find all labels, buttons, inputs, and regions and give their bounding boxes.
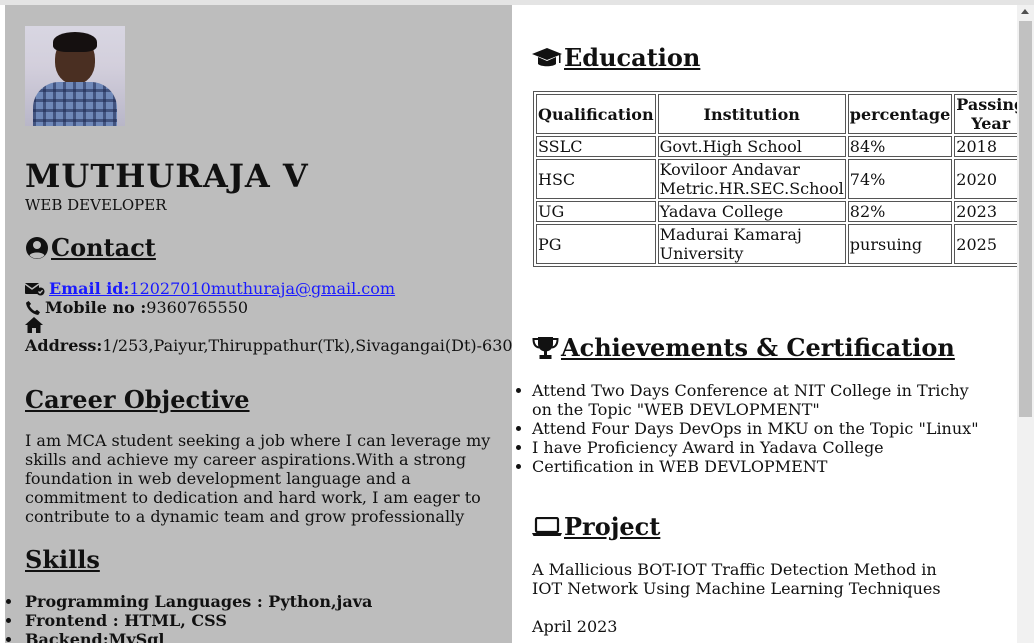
achievement-item: I have Proficiency Award in Yadava Colle…: [516, 438, 992, 457]
table-cell: UG: [536, 201, 656, 222]
laptop-icon: [532, 516, 562, 536]
career-text: I am MCA student seeking a job where I c…: [25, 431, 491, 526]
achievements-heading: Achievements & Certification: [532, 333, 955, 362]
table-cell: 74%: [847, 159, 953, 199]
table-cell: 2018: [954, 136, 1017, 157]
column-header: Qualification: [536, 94, 656, 134]
table-cell: SSLC: [536, 136, 656, 157]
table-row: HSC Koviloor Andavar Metric.HR.SEC.Schoo…: [536, 159, 1017, 199]
table-cell: pursuing: [847, 224, 953, 264]
contact-heading-text: Contact: [51, 233, 156, 262]
skills-heading: Skills: [25, 545, 100, 574]
table-cell: PG: [536, 224, 656, 264]
vertical-scrollbar[interactable]: [1017, 5, 1034, 643]
table-cell: Madurai Kamaraj University: [657, 224, 846, 264]
address-line: Address: 1/253,Paiyur,Thiruppathur(Tk),Si…: [25, 336, 512, 355]
address-label: Address:: [25, 336, 103, 355]
table-row: SSLC Govt.High School 84% 2018: [536, 136, 1017, 157]
email-value: 12027010muthuraja@gmail.com: [129, 279, 396, 298]
graduation-cap-icon: [532, 47, 562, 66]
achievements-list: Attend Two Days Conference at NIT Colleg…: [516, 381, 992, 476]
table-row: UG Yadava College 82% 2023: [536, 201, 1017, 222]
table-cell: 2025: [954, 224, 1017, 264]
profile-name: MUTHURAJA V: [25, 157, 309, 195]
mobile-label: Mobile no :: [45, 298, 147, 317]
education-heading-text: Education: [564, 43, 701, 72]
table-cell: Koviloor Andavar Metric.HR.SEC.School: [657, 159, 846, 199]
table-cell: 82%: [847, 201, 953, 222]
career-heading: Career Objective: [25, 385, 250, 414]
table-cell: Govt.High School: [657, 136, 846, 157]
table-cell: Yadava College: [657, 201, 846, 222]
project-description: A Mallicious BOT-IOT Traffic Detection M…: [532, 560, 941, 598]
email-label: Email id:: [49, 279, 130, 298]
project-date: April 2023: [532, 617, 618, 636]
email-link[interactable]: Email id:12027010muthuraja@gmail.com: [49, 279, 395, 298]
achievements-heading-text: Achievements & Certification: [561, 333, 955, 362]
column-header: Institution: [657, 94, 846, 134]
home-icon: [25, 317, 43, 333]
project-heading-text: Project: [564, 512, 661, 541]
table-cell: HSC: [536, 159, 656, 199]
project-heading: Project: [532, 512, 660, 541]
skill-item: Backend:MySql: [5, 630, 372, 643]
left-panel: MUTHURAJA V WEB DEVELOPER Contact Email …: [5, 5, 512, 643]
skills-list: Programming Languages : Python,java Fron…: [5, 592, 373, 643]
achievement-item: Certification in WEB DEVLOPMENT: [516, 457, 992, 476]
contact-heading: Contact: [25, 233, 156, 262]
skill-item: Programming Languages : Python,java: [5, 592, 373, 611]
email-line: Email id:12027010muthuraja@gmail.com: [25, 279, 395, 298]
achievement-item: Attend Four Days DevOps in MKU on the To…: [516, 419, 992, 438]
profile-photo: [25, 26, 125, 126]
scrollbar-thumb[interactable]: [1019, 21, 1032, 417]
column-header: percentage: [847, 94, 953, 134]
education-heading: Education: [532, 43, 700, 72]
user-circle-icon: [26, 236, 48, 259]
address-icon-wrap: [25, 317, 43, 337]
right-panel: Education Qualification Institution perc…: [512, 5, 1017, 643]
table-cell: 2020: [954, 159, 1017, 199]
mobile-line: Mobile no :9360765550: [25, 298, 248, 317]
envelope-check-icon: [25, 282, 45, 295]
address-value: 1/253,Paiyur,Thiruppathur(Tk),Sivagangai…: [102, 336, 512, 355]
trophy-icon: [532, 336, 559, 359]
profile-role: WEB DEVELOPER: [25, 196, 167, 214]
skill-item: Frontend : HTML, CSS: [5, 611, 372, 630]
scroll-up-arrow-icon[interactable]: [1021, 9, 1029, 14]
table-cell: 2023: [954, 201, 1017, 222]
phone-icon: [26, 300, 40, 315]
column-header: Passing Year: [954, 94, 1017, 134]
table-row: PG Madurai Kamaraj University pursuing 2…: [536, 224, 1017, 264]
education-table: Qualification Institution percentage Pas…: [533, 91, 1017, 267]
table-cell: 84%: [847, 136, 953, 157]
achievement-item: Attend Two Days Conference at NIT Colleg…: [516, 381, 992, 419]
mobile-value: 9360765550: [146, 298, 249, 317]
table-header-row: Qualification Institution percentage Pas…: [536, 94, 1017, 134]
